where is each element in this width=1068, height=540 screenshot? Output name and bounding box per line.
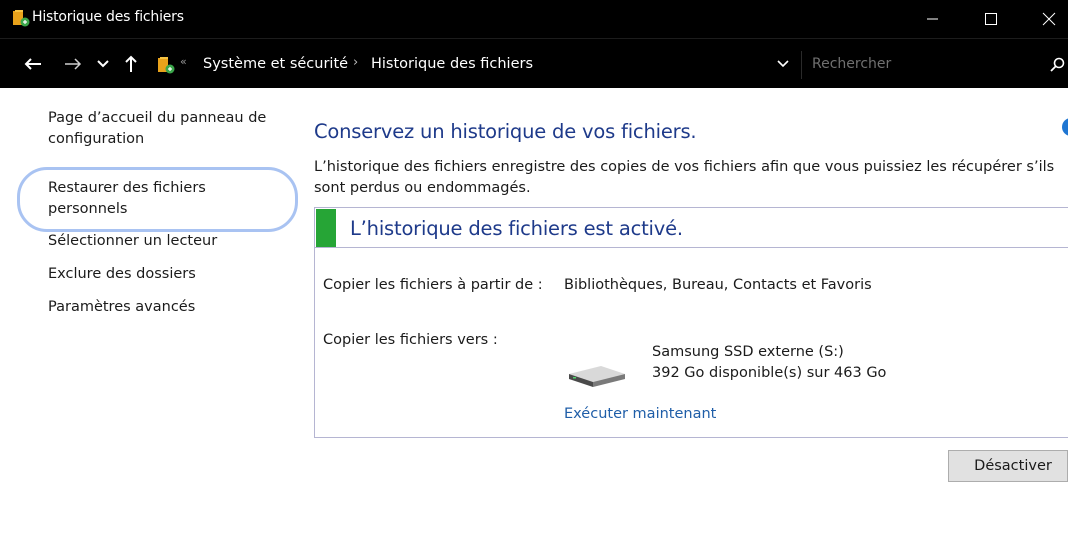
- address-bar: « Système et sécurité › Historique des f…: [0, 38, 1068, 88]
- sidebar-item-restore-files[interactable]: Restaurer des fichiers personnels: [48, 178, 248, 220]
- help-icon[interactable]: [1062, 118, 1068, 136]
- status-text: L’historique des fichiers est activé.: [350, 217, 683, 240]
- sidebar-item-select-drive[interactable]: Sélectionner un lecteur: [48, 231, 217, 252]
- chevron-down-icon: [97, 60, 109, 68]
- back-button[interactable]: [22, 52, 44, 76]
- window-title: Historique des fichiers: [32, 9, 184, 25]
- sidebar-item-advanced-settings[interactable]: Paramètres avancés: [48, 297, 195, 318]
- forward-button[interactable]: [62, 52, 84, 76]
- arrow-up-icon: [125, 55, 137, 72]
- search-icon[interactable]: [1050, 57, 1066, 73]
- status-panel: L’historique des fichiers est activé. Co…: [314, 207, 1068, 438]
- arrow-left-icon: [24, 58, 41, 70]
- drive-name: Samsung SSD externe (S:): [652, 344, 844, 360]
- breadcrumb-file-history[interactable]: Historique des fichiers: [371, 56, 533, 72]
- breadcrumb-separator[interactable]: ›: [353, 55, 358, 70]
- copy-to-label: Copier les fichiers vers :: [323, 332, 498, 348]
- drive-space: 392 Go disponible(s) sur 463 Go: [652, 365, 887, 381]
- left-task-pane: Page d’accueil du panneau de configurati…: [0, 88, 300, 540]
- sidebar-item-exclude-folders[interactable]: Exclure des dossiers: [48, 264, 196, 285]
- minimize-button[interactable]: [910, 0, 956, 38]
- status-header: L’historique des fichiers est activé.: [315, 208, 1068, 248]
- status-indicator: [316, 209, 336, 247]
- page-description: L’historique des fichiers enregistre des…: [314, 159, 1055, 196]
- close-button[interactable]: [1026, 0, 1068, 38]
- external-drive-icon: [569, 366, 625, 387]
- page-title: Conservez un historique de vos fichiers.: [314, 120, 697, 143]
- run-now-link[interactable]: Exécuter maintenant: [564, 406, 716, 422]
- copy-from-value: Bibliothèques, Bureau, Contacts et Favor…: [564, 277, 872, 293]
- maximize-button[interactable]: [968, 0, 1014, 38]
- search-input[interactable]: Rechercher: [812, 56, 891, 72]
- maximize-icon: [985, 13, 997, 25]
- chevron-down-icon[interactable]: [776, 57, 790, 71]
- search-box[interactable]: Rechercher: [801, 51, 1068, 79]
- recent-locations-button[interactable]: [94, 52, 112, 76]
- title-bar: Historique des fichiers: [0, 0, 1068, 38]
- breadcrumb-overflow[interactable]: «: [180, 55, 187, 68]
- minimize-icon: [927, 18, 938, 20]
- sidebar-item-control-panel-home[interactable]: Page d’accueil du panneau de configurati…: [48, 108, 278, 150]
- breadcrumb-system-security[interactable]: Système et sécurité: [203, 56, 348, 72]
- up-button[interactable]: [121, 52, 141, 76]
- disable-button[interactable]: Désactiver: [948, 450, 1068, 482]
- file-history-icon: [13, 10, 30, 27]
- file-history-icon: [158, 57, 175, 74]
- copy-from-label: Copier les fichiers à partir de :: [323, 277, 543, 293]
- close-icon: [1042, 12, 1056, 26]
- arrow-right-icon: [65, 58, 82, 70]
